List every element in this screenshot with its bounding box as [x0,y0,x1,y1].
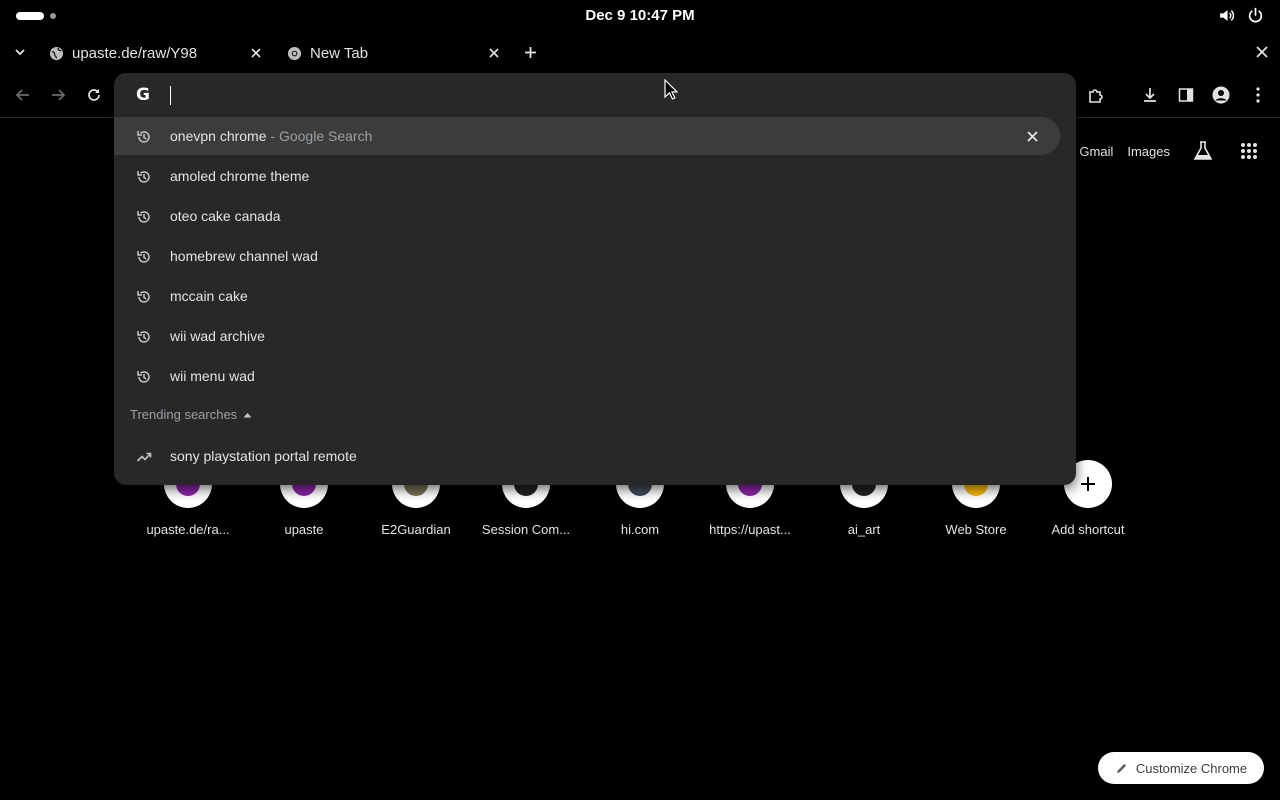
suggestion-row[interactable]: oteo cake canada [114,197,1060,235]
suggestion-text: mccain cake [170,288,248,304]
volume-icon[interactable] [1218,7,1235,24]
menu-icon [1256,87,1260,103]
shortcut-label: Web Store [945,522,1007,537]
history-icon [137,131,150,143]
gmail-link[interactable]: Gmail [1079,144,1113,159]
suggestion-text: sony playstation portal remote [170,448,357,464]
globe-icon [48,45,64,61]
address-bar-input[interactable] [172,83,1052,107]
trending-suggestion-row[interactable]: sony playstation portal remote [114,437,1060,475]
suggestion-row[interactable]: wii menu wad [114,357,1060,395]
suggestion-row[interactable]: amoled chrome theme [114,157,1060,195]
profile-button[interactable] [1210,84,1232,106]
tab-search-button[interactable] [10,42,30,62]
trending-searches-header[interactable]: Trending searches [130,407,252,422]
omnibox[interactable]: G [114,73,1076,117]
mouse-cursor-icon [664,79,678,100]
close-tab-icon[interactable] [486,45,502,61]
customize-label: Customize Chrome [1135,760,1248,776]
new-tab-button[interactable] [520,42,540,62]
chevron-down-icon [15,49,25,56]
omnibox-popup: G onevpn chrome - Google Search amoled c… [114,73,1076,485]
shortcut-label: Add shortcut [1051,522,1125,537]
shortcut-label: upaste [284,522,324,537]
history-icon [137,251,150,263]
customize-chrome-button[interactable]: Customize Chrome [1098,752,1264,784]
ntp-header-links: Gmail Images [1079,140,1258,162]
shortcut-label: E2Guardian [381,522,451,537]
tab-strip: upaste.de/raw/Y98 New Tab [0,32,1280,72]
suggestion-row[interactable]: wii wad archive [114,317,1060,355]
suggestion-text: oteo cake canada [170,208,281,224]
shortcut-label: ai_art [847,522,881,537]
shortcut-label: https://upast... [709,522,791,537]
suggestion-text: onevpn chrome - Google Search [170,128,373,144]
trending-header-label: Trending searches [130,407,238,422]
system-top-bar: Dec 9 10:47 PM [0,0,1280,32]
power-icon[interactable] [1247,7,1264,24]
text-caret [170,86,171,105]
pencil-icon [1116,763,1127,773]
clock[interactable]: Dec 9 10:47 PM [0,7,1280,24]
suggestion-row[interactable]: homebrew channel wad [114,237,1060,275]
plus-icon [524,46,536,58]
suggestion-suffix: - Google Search [266,128,373,144]
suggestion-text: homebrew channel wad [170,248,318,264]
apps-grid-icon[interactable] [1240,142,1258,160]
extensions-icon [1089,89,1103,103]
tab-title: New Tab [310,44,369,62]
history-icon [137,171,150,183]
reload-button[interactable] [83,84,105,106]
caret-up-icon [243,412,252,417]
download-icon [1144,88,1156,102]
extensions-button[interactable] [1085,84,1107,106]
chrome-icon [286,45,302,61]
chrome-menu-button[interactable] [1247,84,1269,106]
images-link[interactable]: Images [1127,144,1170,159]
history-icon [137,371,150,383]
downloads-button[interactable] [1139,84,1161,106]
back-button[interactable] [12,84,34,106]
tab-upaste[interactable]: upaste.de/raw/Y98 [48,38,268,68]
tab-new-tab[interactable]: New Tab [286,38,506,68]
side-panel-button[interactable] [1175,84,1197,106]
shortcut-label: hi.com [620,522,660,537]
close-icon [1256,46,1268,58]
tab-title: upaste.de/raw/Y98 [72,44,198,62]
history-icon [137,211,150,223]
suggestion-text: wii menu wad [170,368,255,384]
reload-icon [88,89,100,101]
back-icon [15,89,29,101]
suggestion-text: wii wad archive [170,328,265,344]
shortcut-label: Session Com... [481,522,571,537]
close-tab-icon[interactable] [248,45,264,61]
suggestion-text: amoled chrome theme [170,168,310,184]
profile-icon [1212,86,1230,104]
forward-button[interactable] [47,84,69,106]
suggestion-row[interactable]: mccain cake [114,277,1060,315]
shortcut-label: upaste.de/ra... [146,522,230,537]
history-icon [137,291,150,303]
forward-icon [52,89,66,101]
remove-suggestion-icon[interactable] [1024,128,1040,144]
history-icon [137,331,150,343]
suggestion-row[interactable]: onevpn chrome - Google Search [114,117,1060,155]
labs-icon[interactable] [1192,140,1214,162]
side-panel-icon [1178,88,1194,102]
window-close-button[interactable] [1252,42,1272,62]
trending-icon [136,452,152,462]
google-g-icon: G [136,85,150,105]
